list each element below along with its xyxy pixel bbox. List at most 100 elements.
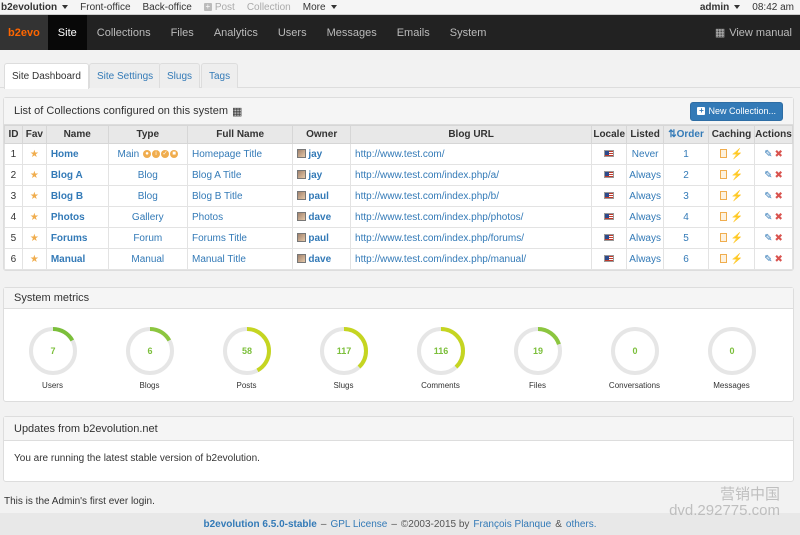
- star-icon[interactable]: ★: [30, 170, 39, 181]
- check-icon[interactable]: ✓: [161, 149, 169, 158]
- full-name-link[interactable]: Photos: [192, 212, 223, 223]
- page-cache-icon[interactable]: [719, 191, 727, 201]
- collection-name-link[interactable]: Forums: [51, 233, 88, 244]
- listed-link[interactable]: Always: [629, 170, 661, 181]
- post-link[interactable]: + Post: [198, 2, 241, 13]
- collection-name-link[interactable]: Home: [51, 149, 79, 160]
- tab-site-settings[interactable]: Site Settings: [89, 63, 162, 88]
- brand-menu[interactable]: b2evolution: [0, 2, 74, 13]
- col-name[interactable]: Name: [45, 125, 109, 144]
- collection-type[interactable]: Forum: [133, 233, 162, 244]
- full-name-link[interactable]: Forums Title: [192, 233, 247, 244]
- delete-icon[interactable]: ✖: [774, 191, 782, 202]
- bolt-icon[interactable]: ⚡: [731, 170, 743, 181]
- owner-link[interactable]: dave: [308, 212, 331, 223]
- page-cache-icon[interactable]: [719, 254, 727, 264]
- col-type[interactable]: Type: [107, 125, 188, 144]
- version-link[interactable]: b2evolution 6.5.0-stable: [204, 519, 317, 530]
- order-link[interactable]: 4: [683, 212, 689, 223]
- comment-icon[interactable]: ■: [170, 149, 178, 158]
- collection-type[interactable]: Gallery: [132, 212, 164, 223]
- edit-icon[interactable]: ✎: [764, 149, 772, 160]
- collection-name-link[interactable]: Blog A: [51, 170, 83, 181]
- owner-link[interactable]: paul: [308, 233, 329, 244]
- bolt-icon[interactable]: ⚡: [731, 254, 743, 265]
- user-menu[interactable]: admin: [694, 2, 746, 13]
- col-caching[interactable]: Caching: [708, 125, 755, 144]
- owner-link[interactable]: dave: [308, 254, 331, 265]
- star-icon[interactable]: ★: [30, 191, 39, 202]
- delete-icon[interactable]: ✖: [774, 233, 782, 244]
- nav-site[interactable]: Site: [47, 15, 87, 50]
- blog-url-link[interactable]: http://www.test.com/index.php/a/: [355, 170, 499, 181]
- blog-url-link[interactable]: http://www.test.com/index.php/forums/: [355, 233, 524, 244]
- nav-collections[interactable]: Collections: [87, 15, 161, 50]
- col-locale[interactable]: Locale: [591, 125, 628, 144]
- full-name-link[interactable]: Homepage Title: [192, 149, 262, 160]
- nav-messages[interactable]: Messages: [317, 15, 387, 50]
- info-icon[interactable]: i: [152, 149, 160, 158]
- bolt-icon[interactable]: ⚡: [731, 233, 743, 244]
- col-order[interactable]: ⇅Order: [663, 125, 709, 144]
- collection-type[interactable]: Blog: [138, 191, 158, 202]
- nav-files[interactable]: Files: [161, 15, 204, 50]
- nav-users[interactable]: Users: [268, 15, 317, 50]
- front-office-link[interactable]: Front-office: [74, 2, 136, 13]
- page-cache-icon[interactable]: [719, 212, 727, 222]
- full-name-link[interactable]: Blog A Title: [192, 170, 241, 181]
- collection-name-link[interactable]: Blog B: [51, 191, 83, 202]
- delete-icon[interactable]: ✖: [774, 170, 782, 181]
- full-name-link[interactable]: Manual Title: [192, 254, 246, 265]
- delete-icon[interactable]: ✖: [774, 212, 782, 223]
- settings-icon[interactable]: ●: [143, 149, 151, 158]
- blog-url-link[interactable]: http://www.test.com/: [355, 149, 444, 160]
- cell-fav[interactable]: ★: [21, 227, 47, 249]
- col-owner[interactable]: Owner: [292, 125, 352, 144]
- collection-type[interactable]: Blog: [138, 170, 158, 181]
- cell-fav[interactable]: ★: [21, 164, 47, 186]
- col-actions[interactable]: Actions: [753, 125, 794, 144]
- star-icon[interactable]: ★: [30, 149, 39, 160]
- owner-link[interactable]: paul: [308, 191, 329, 202]
- author-link[interactable]: François Planque: [473, 519, 551, 530]
- owner-link[interactable]: jay: [308, 170, 322, 181]
- listed-link[interactable]: Never: [632, 149, 659, 160]
- tab-tags[interactable]: Tags: [201, 63, 239, 88]
- collection-name-link[interactable]: Manual: [51, 254, 85, 265]
- cell-fav[interactable]: ★: [21, 143, 47, 165]
- page-cache-icon[interactable]: [719, 170, 727, 180]
- col-listed[interactable]: Listed: [626, 125, 665, 144]
- nav-emails[interactable]: Emails: [387, 15, 440, 50]
- more-menu[interactable]: More: [297, 2, 343, 13]
- tab-slugs[interactable]: Slugs: [159, 63, 201, 88]
- order-link[interactable]: 2: [683, 170, 689, 181]
- page-cache-icon[interactable]: [719, 233, 727, 243]
- star-icon[interactable]: ★: [30, 212, 39, 223]
- license-link[interactable]: GPL License: [330, 519, 387, 530]
- edit-icon[interactable]: ✎: [764, 191, 772, 202]
- collection-name-link[interactable]: Photos: [51, 212, 85, 223]
- star-icon[interactable]: ★: [30, 254, 39, 265]
- col-blog-url[interactable]: Blog URL: [350, 125, 593, 144]
- bolt-icon[interactable]: ⚡: [731, 212, 743, 223]
- full-name-link[interactable]: Blog B Title: [192, 191, 243, 202]
- others-link[interactable]: others.: [566, 519, 597, 530]
- order-link[interactable]: 5: [683, 233, 689, 244]
- star-icon[interactable]: ★: [30, 233, 39, 244]
- edit-icon[interactable]: ✎: [764, 170, 772, 181]
- order-link[interactable]: 3: [683, 191, 689, 202]
- listed-link[interactable]: Always: [629, 191, 661, 202]
- blog-url-link[interactable]: http://www.test.com/index.php/photos/: [355, 212, 523, 223]
- b2evo-logo[interactable]: b2evo: [0, 15, 48, 50]
- tab-site-dashboard[interactable]: Site Dashboard: [4, 63, 89, 89]
- delete-icon[interactable]: ✖: [774, 254, 782, 265]
- order-link[interactable]: 6: [683, 254, 689, 265]
- col-id[interactable]: ID: [4, 125, 23, 144]
- bolt-icon[interactable]: ⚡: [731, 191, 743, 202]
- cell-fav[interactable]: ★: [21, 185, 47, 207]
- owner-link[interactable]: jay: [308, 149, 322, 160]
- edit-icon[interactable]: ✎: [764, 212, 772, 223]
- blog-url-link[interactable]: http://www.test.com/index.php/b/: [355, 191, 499, 202]
- listed-link[interactable]: Always: [629, 212, 661, 223]
- blog-url-link[interactable]: http://www.test.com/index.php/manual/: [355, 254, 526, 265]
